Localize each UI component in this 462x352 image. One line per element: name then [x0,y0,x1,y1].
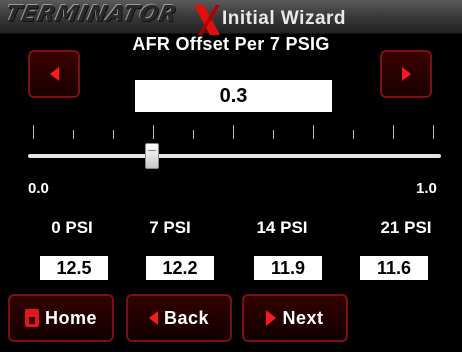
home-label: Home [44,307,97,328]
home-button[interactable]: Home [8,294,114,342]
next-label: Next [282,307,324,328]
back-label: Back [163,307,210,328]
right-arrow-icon [401,67,411,81]
x-logo-icon [194,5,220,35]
slider-max-label: 1.0 [416,180,437,197]
psi-value-7: 12.2 [146,256,214,280]
psi-value-14: 11.9 [254,256,322,280]
slider-ticks [0,125,462,145]
psi-label-21: 21 PSI [380,218,432,237]
psi-value-0: 12.5 [40,256,108,280]
header-bar: TERMINATOR Initial Wizard [0,0,462,35]
brand-logo: TERMINATOR [3,2,180,27]
psi-label-7: 7 PSI [149,218,191,237]
wizard-title: Initial Wizard [222,8,347,29]
psi-label-0: 0 PSI [51,218,93,237]
parameter-value: 0.3 [135,80,332,112]
psi-value-21: 11.6 [360,256,428,280]
slider-min-label: 0.0 [28,180,49,197]
left-arrow-icon [49,67,59,81]
home-icon [24,309,39,327]
back-button[interactable]: Back [126,294,232,342]
slider-thumb[interactable] [145,143,159,169]
slider-track[interactable] [28,154,441,158]
back-arrow-icon [148,311,158,325]
next-button[interactable]: Next [242,294,348,342]
next-arrow-icon [266,310,277,326]
increase-button[interactable] [380,50,432,98]
decrease-button[interactable] [28,50,80,98]
psi-label-14: 14 PSI [256,218,308,237]
